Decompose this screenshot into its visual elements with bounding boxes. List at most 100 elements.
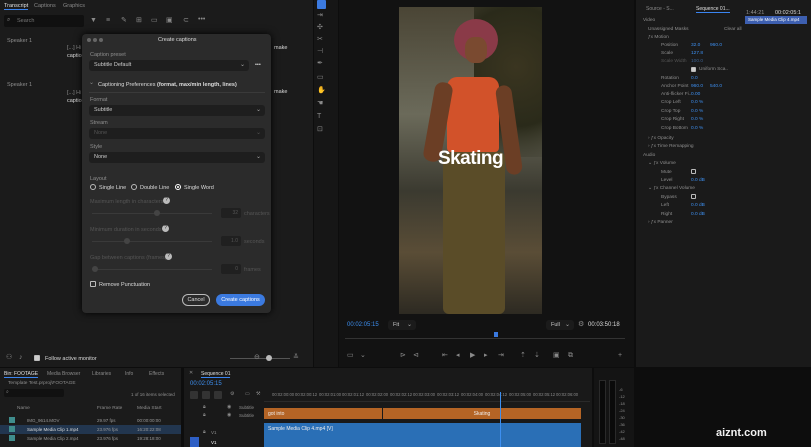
marker-icon[interactable]: ▭ <box>347 352 354 359</box>
grid-icon[interactable]: ⊞ <box>136 17 142 24</box>
filter-icon[interactable]: ▼ <box>90 17 97 24</box>
remove-punctuation-checkbox[interactable] <box>90 281 96 287</box>
position-x[interactable]: 32.0 <box>691 43 700 48</box>
tab-media-browser[interactable]: Media Browser <box>47 371 80 377</box>
tab-source[interactable]: Source - S... <box>646 6 674 12</box>
search-input[interactable]: Search <box>17 18 34 24</box>
tab-libraries[interactable]: Libraries <box>92 371 111 377</box>
resolution-select[interactable]: Full ⌄ <box>546 320 574 330</box>
zoom-slider[interactable] <box>230 355 290 361</box>
col-frame-rate[interactable]: Frame Rate <box>97 406 122 411</box>
transcript-search[interactable]: ⌕ Search <box>4 15 84 27</box>
tab-bin-footage[interactable]: Bin: FOOTAGE <box>4 371 39 378</box>
timeline-playhead[interactable] <box>500 392 501 447</box>
eye-icon[interactable]: ◉ <box>227 405 231 410</box>
crop-right-value[interactable]: 0.0 % <box>691 117 703 122</box>
extract-icon[interactable]: ⇣ <box>534 352 540 359</box>
tab-sequence[interactable]: Sequence 01... <box>696 6 730 13</box>
time-remapping-row[interactable]: › ƒx Time Remapping <box>648 144 694 149</box>
preset-more-button[interactable]: ••• <box>255 62 261 68</box>
slip-icon[interactable]: ⊣ <box>317 48 323 55</box>
captioning-preferences-toggle[interactable]: Captioning Preferences (format, max/min … <box>98 82 237 88</box>
tab-graphics[interactable]: Graphics <box>63 3 85 9</box>
anchor-y[interactable]: 540.0 <box>710 84 722 89</box>
fit-select[interactable]: Fit ⌄ <box>388 320 416 330</box>
razor-icon[interactable]: ✂ <box>317 36 323 43</box>
go-in-icon[interactable]: ⇤ <box>442 352 448 359</box>
lock-icon[interactable]: 🔒︎ <box>203 430 206 435</box>
eye-icon[interactable]: ◉ <box>227 413 231 418</box>
level-value[interactable]: 0.0 dB <box>691 178 705 183</box>
timeline-timecode[interactable]: 00:02:05:15 <box>190 381 222 387</box>
lock-icon[interactable]: 🔒︎ <box>203 405 206 410</box>
crop-top-value[interactable]: 0.0 % <box>691 109 703 114</box>
col-name[interactable]: Name <box>17 406 30 411</box>
users-icon[interactable]: ⚇ <box>6 354 12 361</box>
caption-preset-select[interactable]: Subtitle Default ⌄ <box>89 60 249 71</box>
pencil-icon[interactable]: ✎ <box>121 17 127 24</box>
scale-value[interactable]: 127.8 <box>691 51 703 56</box>
snap-icon[interactable] <box>190 391 198 399</box>
mark-out-icon[interactable]: ⊲ <box>413 352 419 359</box>
close-icon[interactable]: ✕ <box>189 371 193 376</box>
tab-effects[interactable]: Effects <box>149 371 164 377</box>
cancel-button[interactable]: Cancel <box>182 294 210 306</box>
uniform-scale-checkbox[interactable] <box>691 67 696 72</box>
zoom-icon[interactable]: ⊖ <box>254 354 260 361</box>
program-scrubber[interactable] <box>345 332 625 339</box>
tab-sequence-01[interactable]: Sequence 01 <box>201 371 231 378</box>
close-window-dot[interactable] <box>87 38 91 42</box>
channel-volume-row[interactable]: ⌄ ƒx Channel Volume <box>648 186 695 191</box>
chevron-down-icon[interactable]: ⌄ <box>89 80 94 86</box>
more-icon[interactable]: ••• <box>198 16 205 23</box>
table-row[interactable]: Sample Media Clip 1.mp4 23.976 fps 16:20… <box>0 425 181 434</box>
tab-info[interactable]: Info <box>125 371 133 377</box>
table-row[interactable]: IMG_9614.MOV 29.97 fps 00:00:00:00 <box>0 416 181 425</box>
hand-icon[interactable]: ✋ <box>317 87 326 94</box>
right-value[interactable]: 0.0 dB <box>691 212 705 217</box>
zoom-window-dot[interactable] <box>99 38 103 42</box>
camera-icon[interactable]: ▣ <box>166 17 173 24</box>
add-icon[interactable]: + <box>618 352 622 359</box>
source-patch-v1[interactable] <box>190 437 199 447</box>
volume-row[interactable]: ⌄ ƒx Volume <box>648 161 676 166</box>
playhead-marker[interactable] <box>494 332 498 337</box>
bypass-checkbox[interactable] <box>691 194 696 199</box>
position-y[interactable]: 960.0 <box>710 43 722 48</box>
wrench-icon[interactable]: ⚒ <box>256 392 260 397</box>
hand-icon[interactable]: ☚ <box>317 100 323 107</box>
list-icon[interactable]: ≡ <box>106 17 110 24</box>
video-clip[interactable]: Sample Media Clip 4.mp4 [V] <box>264 423 581 447</box>
style-select[interactable]: None ⌄ <box>89 152 265 163</box>
create-captions-button[interactable]: Create captions <box>216 294 265 306</box>
captions-track-icon[interactable]: ▭ <box>245 392 250 397</box>
wrench-icon[interactable]: ⚙ <box>578 321 584 328</box>
selection-tool-icon[interactable] <box>317 0 326 9</box>
minimize-window-dot[interactable] <box>93 38 97 42</box>
program-timecode-current[interactable]: 00:02:05:15 <box>347 322 379 328</box>
crop-left-value[interactable]: 0.0 % <box>691 100 703 105</box>
link-icon[interactable]: ⊂ <box>183 17 189 24</box>
wrench-icon[interactable]: ⚙ <box>230 392 234 397</box>
single-line-radio[interactable] <box>90 184 96 190</box>
opacity-row[interactable]: › ƒx Opacity <box>648 136 674 141</box>
camera-icon[interactable]: ▣ <box>553 352 560 359</box>
bin-search[interactable]: ⌕ <box>4 389 64 397</box>
motion-row[interactable]: ƒx Motion <box>648 35 669 40</box>
mark-in-icon[interactable]: ⊳ <box>400 352 406 359</box>
pen-icon[interactable]: ✒ <box>317 60 323 67</box>
panner-row[interactable]: › ƒx Panner <box>648 220 673 225</box>
crop-bottom-value[interactable]: 0.0 % <box>691 126 703 131</box>
caption-tool-icon[interactable]: ⊡ <box>317 126 323 133</box>
mute-checkbox[interactable] <box>691 169 696 174</box>
lift-icon[interactable]: ⇡ <box>520 352 526 359</box>
track-target[interactable]: V1 <box>211 430 217 435</box>
marker-icon[interactable] <box>214 391 222 399</box>
double-line-radio[interactable] <box>131 184 137 190</box>
format-select[interactable]: Subtitle ⌄ <box>89 105 265 116</box>
rectangle-icon[interactable]: ▭ <box>317 74 324 81</box>
compare-icon[interactable]: ⧉ <box>568 352 573 359</box>
audio-icon[interactable]: ♪ <box>19 354 23 361</box>
lock-icon[interactable]: 🔒︎ <box>203 413 206 418</box>
settings-icon[interactable]: ≚ <box>293 354 299 361</box>
